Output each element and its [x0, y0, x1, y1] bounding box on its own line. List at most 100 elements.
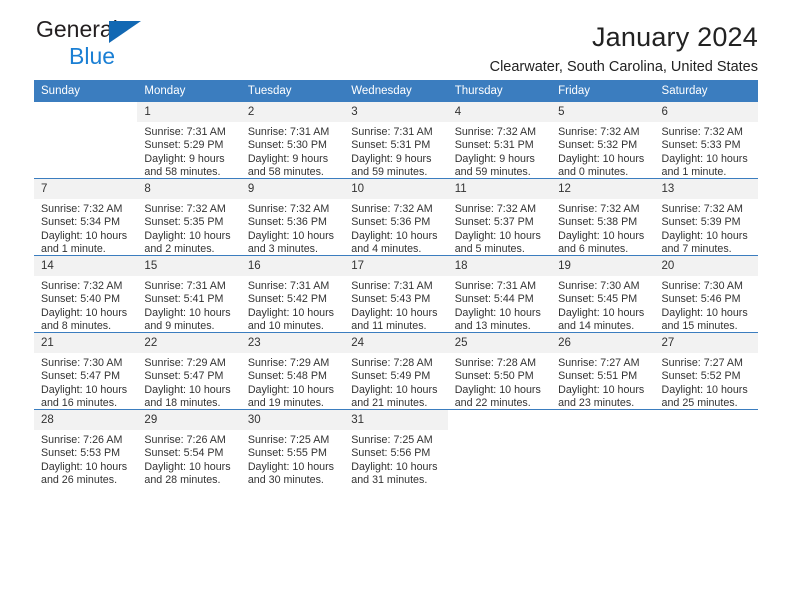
calendar-day[interactable]: 19 Sunrise: 7:30 AM Sunset: 5:45 PM Dayligh…	[551, 256, 655, 334]
day-sun-info: Sunrise: 7:32 AM Sunset: 5:37 PM Daylight:…	[448, 199, 551, 257]
sunset-text: Sunset: 5:31 PM	[351, 139, 431, 152]
daylight-text-line1: Daylight: 10 hours	[144, 460, 231, 473]
calendar-cell: 19 Sunrise: 7:30 AM Sunset: 5:45 PM Dayligh…	[551, 255, 655, 334]
calendar-day[interactable]: 1 Sunrise: 7:31 AM Sunset: 5:29 PM Daylight…	[137, 102, 241, 178]
day-sun-info: Sunrise: 7:30 AM Sunset: 5:45 PM Daylight:…	[551, 276, 654, 334]
daylight-text-line2: and 7 minutes.	[661, 243, 732, 256]
day-sun-info: Sunrise: 7:32 AM Sunset: 5:34 PM Daylight:…	[34, 199, 137, 257]
sunset-text: Sunset: 5:49 PM	[351, 370, 431, 383]
daylight-text-line1: Daylight: 10 hours	[41, 229, 128, 242]
sunrise-text: Sunrise: 7:26 AM	[144, 434, 226, 446]
sunrise-text: Sunrise: 7:32 AM	[41, 203, 123, 215]
daylight-text-line1: Daylight: 9 hours	[247, 152, 329, 165]
sunrise-text: Sunrise: 7:32 AM	[454, 126, 537, 138]
calendar-day[interactable]: 31 Sunrise: 7:25 AM Sunset: 5:56 PM Dayligh…	[344, 410, 448, 486]
day-number: 8	[137, 179, 241, 199]
calendar-day[interactable]: 25 Sunrise: 7:28 AM Sunset: 5:50 PM Dayligh…	[447, 333, 552, 409]
daylight-text-line1: Daylight: 10 hours	[661, 383, 748, 396]
calendar-day[interactable]: 14 Sunrise: 7:32 AM Sunset: 5:40 PM Dayligh…	[34, 256, 138, 332]
sunrise-text: Sunrise: 7:31 AM	[247, 280, 330, 292]
calendar-day[interactable]: 13 Sunrise: 7:32 AM Sunset: 5:39 PM Dayligh…	[654, 179, 758, 256]
day-number: 4	[447, 102, 552, 122]
daylight-text-line1: Daylight: 10 hours	[144, 306, 231, 319]
daylight-text-line1: Daylight: 10 hours	[41, 383, 128, 396]
daylight-text-line1: Daylight: 9 hours	[351, 152, 432, 165]
calendar-day[interactable]: 16 Sunrise: 7:31 AM Sunset: 5:42 PM Dayligh…	[240, 256, 345, 332]
sunset-text: Sunset: 5:32 PM	[558, 139, 638, 152]
calendar-day[interactable]: 2 Sunrise: 7:31 AM Sunset: 5:30 PM Daylight…	[240, 102, 345, 179]
calendar-body: 1 Sunrise: 7:31 AM Sunset: 5:29 PM Daylight…	[34, 102, 758, 486]
calendar-cell: 8 Sunrise: 7:32 AM Sunset: 5:35 PM Daylight…	[137, 178, 241, 257]
sunrise-text: Sunrise: 7:25 AM	[247, 434, 330, 446]
calendar-day[interactable]: 23 Sunrise: 7:29 AM Sunset: 5:48 PM Dayligh…	[240, 333, 345, 409]
weekday-header-saturday: Saturday	[654, 80, 758, 102]
calendar-day[interactable]: 22 Sunrise: 7:29 AM Sunset: 5:47 PM Dayligh…	[137, 333, 241, 409]
calendar-day[interactable]: 4 Sunrise: 7:32 AM Sunset: 5:31 PM Daylight…	[447, 102, 552, 178]
calendar-cell: 16 Sunrise: 7:31 AM Sunset: 5:42 PM Dayligh…	[240, 255, 345, 333]
calendar-day[interactable]: 10 Sunrise: 7:32 AM Sunset: 5:36 PM Dayligh…	[344, 179, 448, 255]
sunset-text: Sunset: 5:54 PM	[144, 447, 224, 460]
day-number: 29	[137, 410, 241, 430]
day-sun-info: Sunrise: 7:30 AM Sunset: 5:47 PM Daylight:…	[34, 353, 137, 411]
calendar-table: Sunday Monday Tuesday Wednesday Thursday…	[34, 80, 758, 486]
calendar-day[interactable]: 29 Sunrise: 7:26 AM Sunset: 5:54 PM Dayligh…	[137, 410, 241, 486]
sunset-text: Sunset: 5:31 PM	[454, 139, 534, 152]
calendar-day[interactable]: 28 Sunrise: 7:26 AM Sunset: 5:53 PM Dayligh…	[34, 410, 138, 488]
daylight-text-line2: and 25 minutes.	[661, 397, 738, 410]
calendar-day[interactable]: 18 Sunrise: 7:31 AM Sunset: 5:44 PM Dayligh…	[447, 256, 552, 332]
sunset-text: Sunset: 5:36 PM	[351, 216, 431, 229]
sunset-text: Sunset: 5:47 PM	[41, 370, 121, 383]
calendar-day[interactable]: 5 Sunrise: 7:32 AM Sunset: 5:32 PM Daylight…	[551, 102, 655, 178]
sunset-text: Sunset: 5:46 PM	[661, 293, 741, 306]
calendar-day[interactable]: 27 Sunrise: 7:27 AM Sunset: 5:52 PM Dayligh…	[654, 333, 758, 410]
calendar-day[interactable]: 21 Sunrise: 7:30 AM Sunset: 5:47 PM Dayligh…	[34, 333, 138, 411]
sunrise-text: Sunrise: 7:28 AM	[351, 357, 433, 369]
sunset-text: Sunset: 5:34 PM	[41, 216, 121, 229]
daylight-text-line2: and 6 minutes.	[558, 243, 629, 256]
calendar-day[interactable]: 8 Sunrise: 7:32 AM Sunset: 5:35 PM Daylight…	[137, 179, 241, 257]
sunrise-text: Sunrise: 7:31 AM	[144, 280, 226, 292]
daylight-text-line1: Daylight: 10 hours	[144, 229, 231, 242]
daylight-text-line2: and 58 minutes.	[247, 166, 324, 179]
sunrise-text: Sunrise: 7:32 AM	[41, 280, 123, 292]
triangle-icon	[109, 21, 141, 43]
page-header: General Blue January 2024 Clearwater, So…	[34, 0, 758, 76]
weekday-header-monday: Monday	[137, 80, 241, 102]
day-number: 22	[137, 333, 241, 353]
day-sun-info: Sunrise: 7:26 AM Sunset: 5:53 PM Daylight:…	[34, 430, 137, 488]
day-sun-info: Sunrise: 7:31 AM Sunset: 5:41 PM Daylight:…	[137, 276, 240, 334]
day-sun-info: Sunrise: 7:32 AM Sunset: 5:35 PM Daylight:…	[137, 199, 240, 257]
calendar-day[interactable]: 26 Sunrise: 7:27 AM Sunset: 5:51 PM Dayligh…	[551, 333, 655, 409]
calendar-day[interactable]: 9 Sunrise: 7:32 AM Sunset: 5:36 PM Daylight…	[240, 179, 345, 255]
calendar-day[interactable]: 6 Sunrise: 7:32 AM Sunset: 5:33 PM Daylight…	[654, 102, 758, 179]
logo-word-blue: Blue	[69, 43, 116, 69]
day-number: 5	[551, 102, 655, 122]
calendar-day[interactable]: 12 Sunrise: 7:32 AM Sunset: 5:38 PM Dayligh…	[551, 179, 655, 256]
calendar-day[interactable]: 30 Sunrise: 7:25 AM Sunset: 5:55 PM Dayligh…	[240, 410, 345, 486]
calendar-day[interactable]: 24 Sunrise: 7:28 AM Sunset: 5:49 PM Dayligh…	[344, 333, 448, 409]
day-number: 19	[551, 256, 655, 276]
calendar-day[interactable]: 20 Sunrise: 7:30 AM Sunset: 5:46 PM Dayligh…	[654, 256, 758, 332]
day-number: 31	[344, 410, 448, 430]
calendar-day[interactable]: 15 Sunrise: 7:31 AM Sunset: 5:41 PM Dayligh…	[137, 256, 241, 334]
daylight-text-line1: Daylight: 10 hours	[661, 152, 748, 165]
day-number: 1	[137, 102, 241, 122]
day-number: 21	[34, 333, 138, 353]
calendar-day[interactable]: 3 Sunrise: 7:31 AM Sunset: 5:31 PM Daylight…	[344, 102, 448, 178]
daylight-text-line2: and 1 minute.	[661, 166, 727, 179]
day-number: 27	[654, 333, 758, 353]
day-number: 2	[240, 102, 345, 122]
day-number: 24	[344, 333, 448, 353]
calendar-cell: 12 Sunrise: 7:32 AM Sunset: 5:38 PM Dayligh…	[551, 178, 655, 256]
sunrise-text: Sunrise: 7:29 AM	[247, 357, 330, 369]
calendar-day[interactable]: 7 Sunrise: 7:32 AM Sunset: 5:34 PM Daylight…	[34, 179, 138, 257]
day-number: 14	[34, 256, 138, 276]
calendar-day[interactable]: 11 Sunrise: 7:32 AM Sunset: 5:37 PM Dayligh…	[447, 179, 552, 257]
day-number: 3	[344, 102, 448, 122]
calendar-cell: 25 Sunrise: 7:28 AM Sunset: 5:50 PM Dayligh…	[447, 332, 552, 410]
sunrise-text: Sunrise: 7:32 AM	[661, 203, 743, 215]
calendar-day[interactable]: 17 Sunrise: 7:31 AM Sunset: 5:43 PM Dayligh…	[344, 256, 448, 332]
daylight-text-line1: Daylight: 10 hours	[454, 229, 541, 242]
daylight-text-line1: Daylight: 10 hours	[558, 229, 645, 242]
calendar-cell: 28 Sunrise: 7:26 AM Sunset: 5:53 PM Dayligh…	[34, 409, 138, 488]
